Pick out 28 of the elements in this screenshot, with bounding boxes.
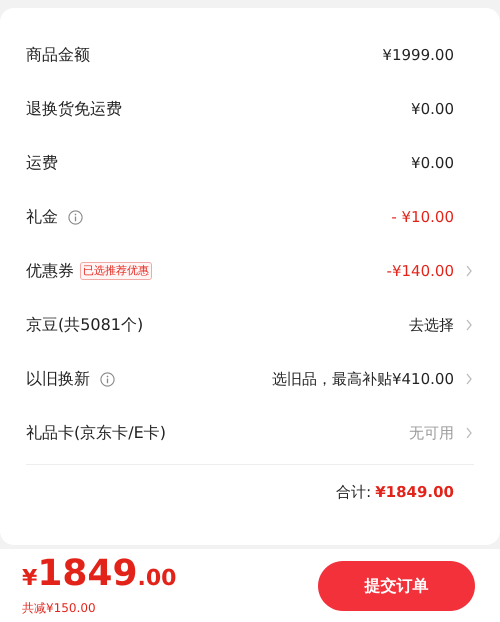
total-label: 合计: — [336, 482, 372, 503]
total-price: ¥1849.00 — [22, 556, 176, 594]
fee-value: 无可用 — [409, 422, 454, 444]
fee-label: 礼金 — [26, 206, 58, 228]
fee-label: 退换货免运费 — [26, 98, 122, 120]
fee-value: ¥0.00 — [411, 152, 454, 174]
fee-label: 京豆(共5081个) — [26, 314, 144, 336]
fee-label: 商品金额 — [26, 44, 90, 66]
info-icon[interactable] — [100, 372, 115, 386]
submit-order-button[interactable]: 提交订单 — [318, 561, 475, 611]
fee-value: ¥1999.00 — [382, 44, 454, 66]
promo-tag: 已选推荐优惠 — [80, 262, 152, 280]
fee-label: 优惠券 — [26, 260, 74, 282]
fee-label: 礼品卡(京东卡/E卡) — [26, 422, 166, 444]
fee-value: 选旧品，最高补贴¥410.00 — [272, 368, 454, 390]
fee-value: - ¥10.00 — [391, 206, 454, 228]
fee-value: -¥140.00 — [386, 260, 454, 282]
chevron-icon[interactable] — [464, 264, 474, 278]
info-icon[interactable] — [68, 210, 83, 224]
fee-value: 去选择 — [409, 314, 454, 336]
total-amount: ¥1849.00 — [375, 482, 454, 503]
chevron-icon[interactable] — [464, 426, 474, 440]
fee-label: 以旧换新 — [26, 368, 90, 390]
savings-text: 共减¥150.00 — [22, 600, 97, 616]
chevron-icon[interactable] — [464, 372, 474, 386]
fee-label: 运费 — [26, 152, 58, 174]
fee-value: ¥0.00 — [411, 98, 454, 120]
chevron-icon[interactable] — [464, 318, 474, 332]
